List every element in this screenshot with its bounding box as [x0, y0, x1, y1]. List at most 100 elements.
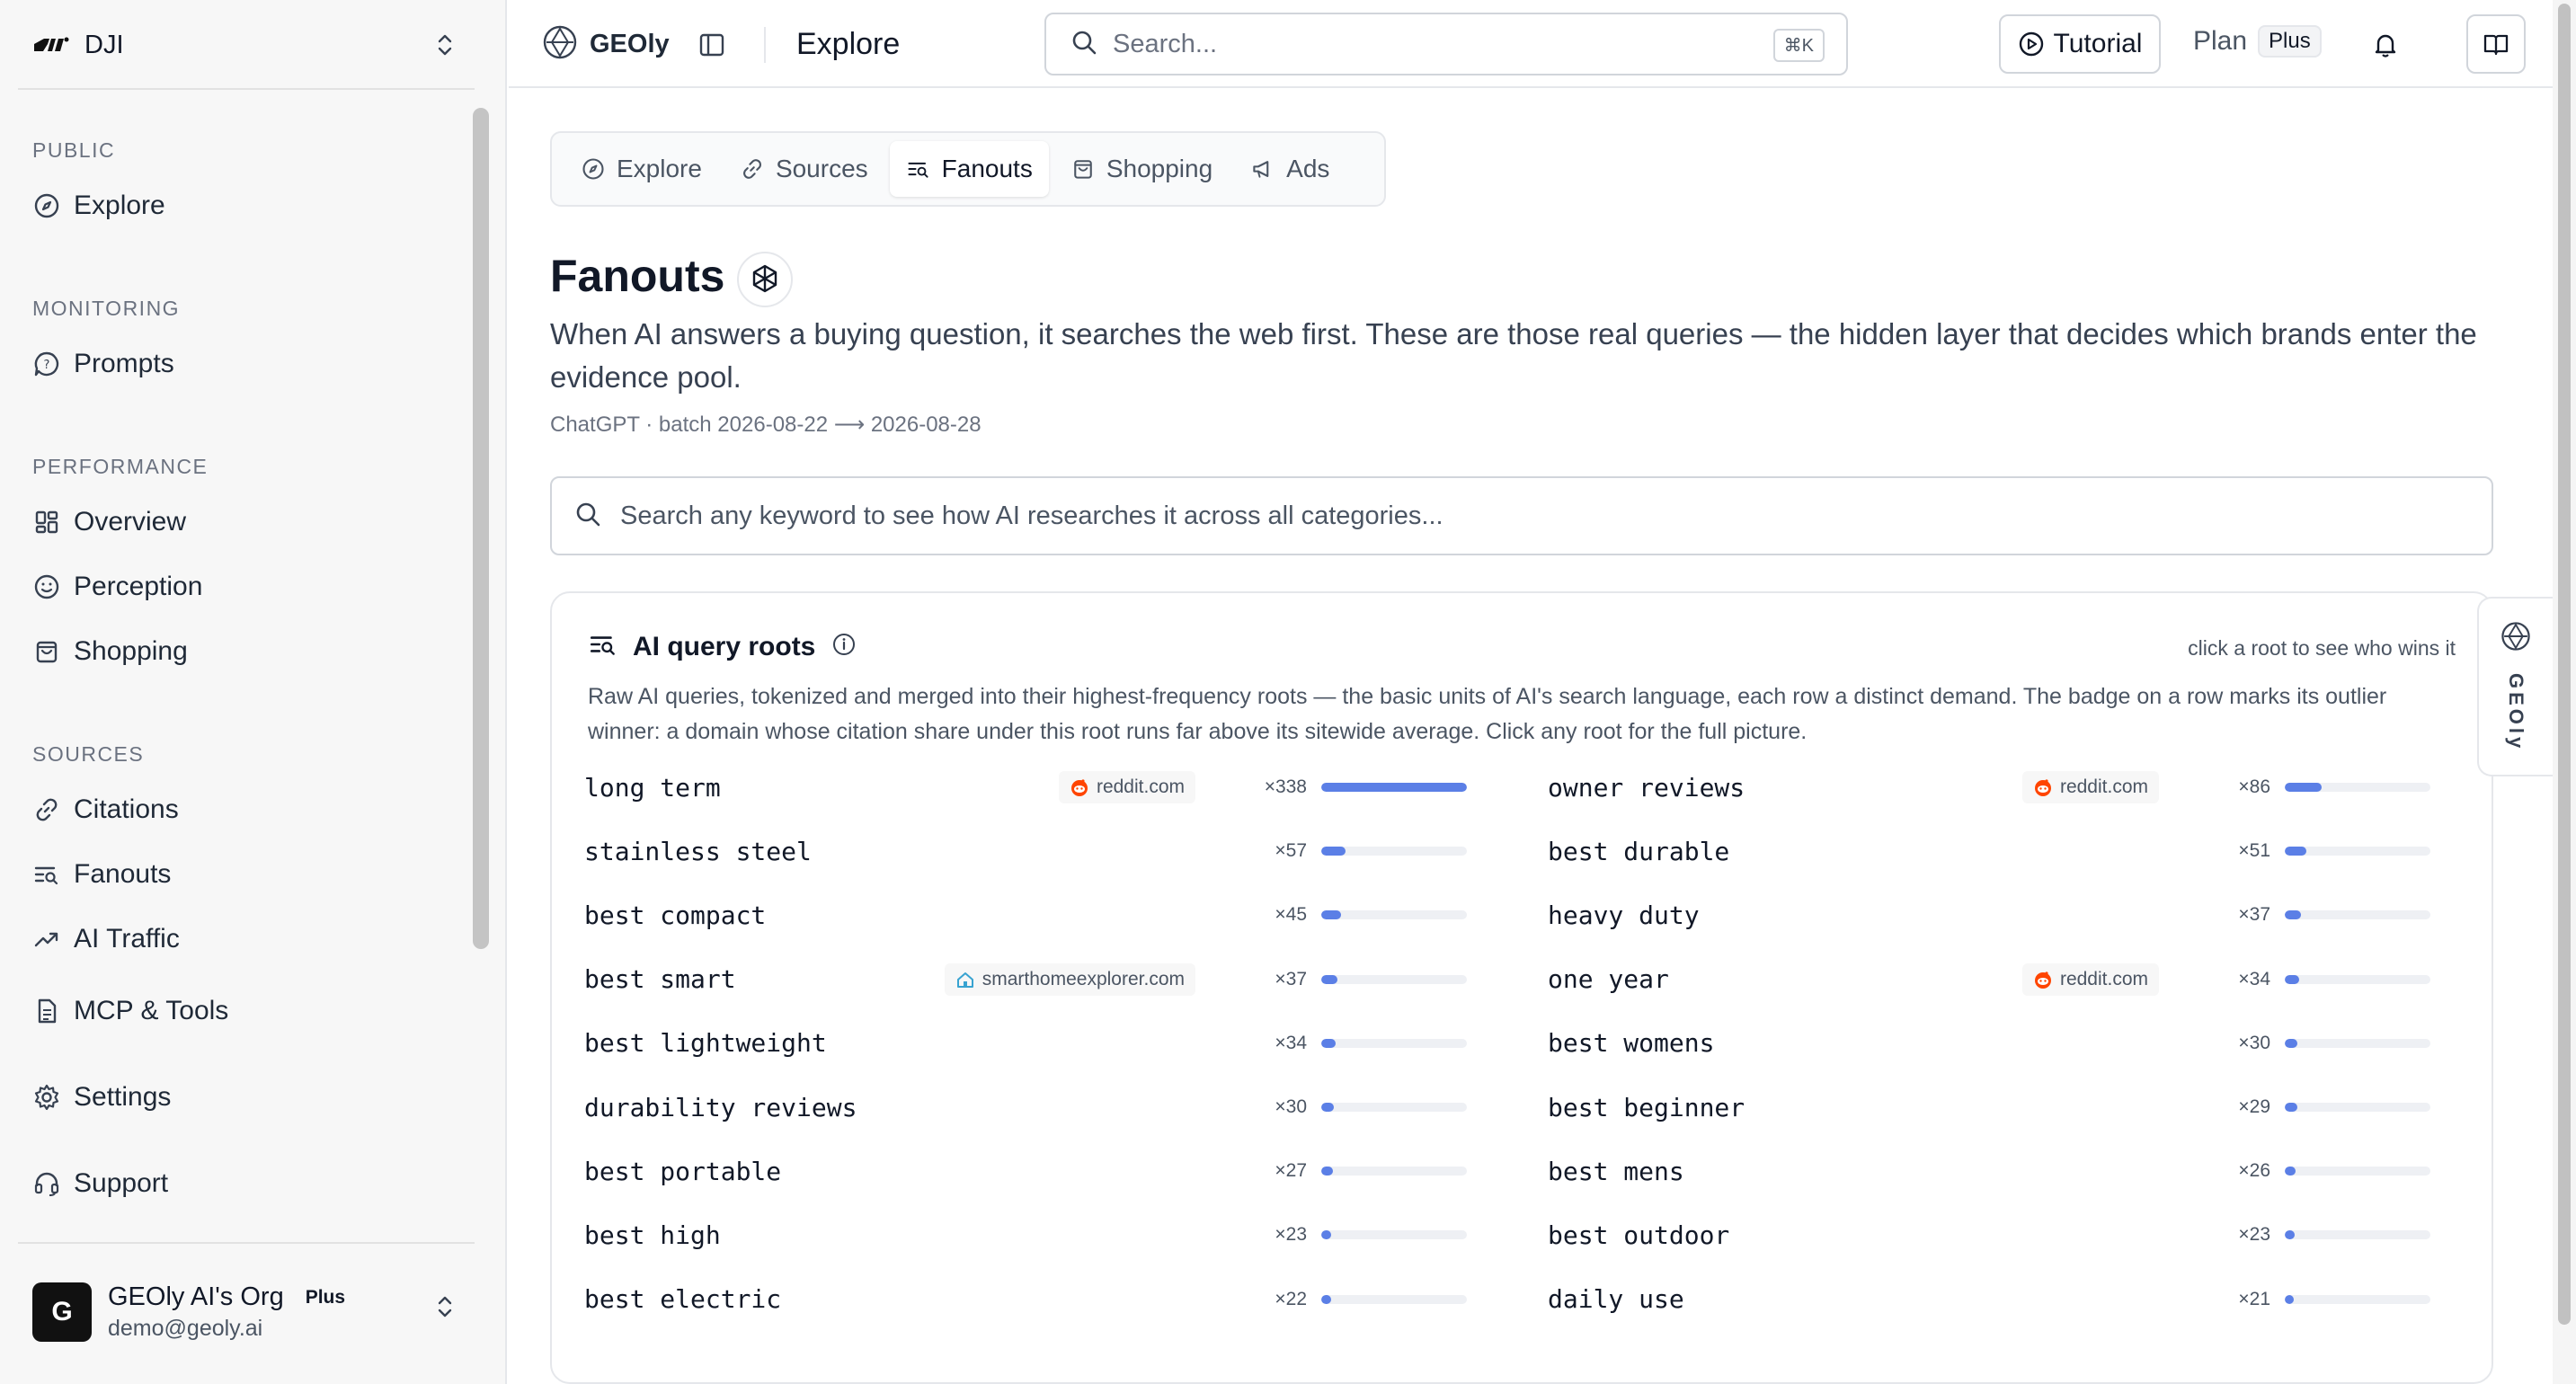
- frequency-bar: [2285, 1103, 2430, 1112]
- query-root-row[interactable]: best lightweight ×34: [570, 1015, 1505, 1072]
- query-root-row[interactable]: one year reddit.com ×34: [1533, 951, 2468, 1008]
- sidebar-item-label: Prompts: [74, 349, 174, 378]
- query-root-term: best electric: [584, 1284, 782, 1315]
- frequency-bar-fill: [1321, 1103, 1335, 1112]
- sidebar-toggle-button[interactable]: [694, 27, 730, 63]
- outlier-winner-badge[interactable]: reddit.com: [2021, 963, 2159, 996]
- global-search-input[interactable]: [1113, 29, 1742, 59]
- query-root-row[interactable]: durability reviews ×30: [570, 1078, 1505, 1136]
- frequency-bar: [2285, 1294, 2430, 1304]
- frequency-bar: [1321, 1230, 1467, 1240]
- sidebar-item-mcp-tools[interactable]: MCP & Tools: [18, 985, 467, 1037]
- section-label-monitoring: MONITORING: [32, 297, 181, 320]
- frequency-bar-fill: [2285, 1038, 2298, 1048]
- sidebar-item-label: Explore: [74, 191, 165, 220]
- sidebar-item-citations[interactable]: Citations: [18, 784, 467, 836]
- query-root-row[interactable]: best portable ×27: [570, 1142, 1505, 1200]
- keyword-search[interactable]: [550, 476, 2493, 555]
- keyword-search-input[interactable]: [620, 501, 2238, 531]
- avatar: G: [32, 1282, 92, 1342]
- tab-ads[interactable]: Ads: [1234, 141, 1346, 197]
- frequency-bar: [1321, 974, 1467, 984]
- docs-button[interactable]: [2466, 14, 2526, 74]
- page-scrollbar[interactable]: [2558, 4, 2571, 1325]
- query-root-row[interactable]: heavy duty ×37: [1533, 886, 2468, 944]
- global-search[interactable]: ⌘K: [1044, 13, 1848, 75]
- frequency-bar: [2285, 847, 2430, 856]
- outlier-winner-badge[interactable]: reddit.com: [1058, 771, 1195, 803]
- query-root-row[interactable]: best compact ×45: [570, 886, 1505, 944]
- geoly-assistant-tab[interactable]: GEOly: [2477, 597, 2553, 776]
- batch-info: ChatGPT · batch 2026-08-22 ⟶ 2026-08-28: [550, 413, 982, 437]
- query-root-row[interactable]: best beginner ×29: [1533, 1078, 2468, 1136]
- query-root-count: ×338: [1264, 776, 1307, 797]
- tab-explore[interactable]: Explore: [564, 141, 718, 197]
- brand[interactable]: GEOly: [541, 23, 670, 66]
- query-root-row[interactable]: best durable ×51: [1533, 822, 2468, 880]
- geoly-side-label: GEOly: [2505, 673, 2527, 752]
- frequency-bar: [2285, 1167, 2430, 1176]
- query-root-term: one year: [1548, 964, 1669, 995]
- outlier-winner-badge[interactable]: smarthomeexplorer.com: [944, 963, 1195, 996]
- notifications-button[interactable]: [2367, 27, 2403, 63]
- query-root-count: ×57: [1275, 840, 1307, 862]
- sidebar-item-label: Settings: [74, 1082, 172, 1112]
- sidebar-item-label: Citations: [74, 794, 179, 824]
- query-root-row[interactable]: owner reviews reddit.com ×86: [1533, 759, 2468, 816]
- outlier-winner-badge[interactable]: reddit.com: [2021, 771, 2159, 803]
- tab-sources[interactable]: Sources: [724, 141, 884, 197]
- frequency-bar: [1321, 783, 1467, 792]
- sidebar-item-shopping[interactable]: Shopping: [18, 625, 467, 678]
- sidebar-scrollbar[interactable]: [473, 108, 489, 949]
- tab-fanouts[interactable]: Fanouts: [889, 141, 1049, 197]
- search-shortcut-hint: ⌘K: [1772, 29, 1825, 62]
- query-root-row[interactable]: best outdoor ×23: [1533, 1206, 2468, 1264]
- query-root-row[interactable]: stainless steel ×57: [570, 822, 1505, 880]
- query-root-row[interactable]: long term reddit.com ×338: [570, 759, 1505, 816]
- query-root-row[interactable]: best womens ×30: [1533, 1015, 2468, 1072]
- card-title: AI query roots: [633, 631, 816, 661]
- query-root-row[interactable]: daily use ×21: [1533, 1271, 2468, 1328]
- sidebar-item-support[interactable]: Support: [18, 1158, 467, 1210]
- topbar-divider: [764, 27, 766, 63]
- query-root-count: ×37: [2238, 904, 2270, 926]
- trend-up-icon: [29, 921, 65, 957]
- badge-domain: smarthomeexplorer.com: [982, 968, 1185, 989]
- query-root-count: ×27: [1275, 1160, 1307, 1182]
- compass-icon: [582, 158, 604, 180]
- frequency-bar-fill: [1321, 783, 1467, 792]
- tutorial-button[interactable]: Tutorial: [1999, 14, 2161, 74]
- query-root-row[interactable]: best high ×23: [570, 1206, 1505, 1264]
- sidebar-item-prompts[interactable]: ? Prompts: [18, 338, 467, 390]
- search-icon: [573, 500, 602, 533]
- sidebar-item-explore[interactable]: Explore: [18, 180, 467, 232]
- sidebar-item-settings[interactable]: Settings: [18, 1071, 467, 1123]
- query-root-row[interactable]: best mens ×26: [1533, 1142, 2468, 1200]
- badge-domain: reddit.com: [1096, 776, 1185, 797]
- sidebar-divider: [18, 88, 475, 90]
- play-circle-icon: [2019, 31, 2043, 57]
- sidebar-item-perception[interactable]: Perception: [18, 561, 467, 613]
- query-root-count: ×30: [1275, 1096, 1307, 1117]
- query-root-row[interactable]: best electric ×22: [570, 1271, 1505, 1328]
- query-root-row[interactable]: best smart smarthomeexplorer.com ×37: [570, 951, 1505, 1008]
- query-root-term: best womens: [1548, 1028, 1715, 1059]
- sidebar-divider: [18, 1242, 475, 1244]
- link-icon: [29, 792, 65, 828]
- tab-label: Explore: [617, 155, 702, 182]
- tab-shopping[interactable]: Shopping: [1054, 141, 1229, 197]
- geoly-logo-icon: [2500, 620, 2532, 657]
- plan-indicator[interactable]: Plan Plus: [2193, 25, 2322, 58]
- geoly-logo-icon: [541, 23, 579, 66]
- info-icon[interactable]: [831, 632, 857, 661]
- workspace-switcher[interactable]: DJI: [18, 18, 476, 72]
- sidebar-item-ai-traffic[interactable]: AI Traffic: [18, 913, 467, 965]
- sidebar-item-label: AI Traffic: [74, 924, 180, 954]
- query-root-count: ×34: [2238, 968, 2270, 989]
- user-account-menu[interactable]: G GEOly AI's Org Plus demo@geoly.ai: [18, 1267, 476, 1357]
- sidebar-item-fanouts[interactable]: Fanouts: [18, 848, 467, 900]
- frequency-bar: [2285, 1230, 2430, 1240]
- sidebar-item-overview[interactable]: Overview: [18, 496, 467, 548]
- frequency-bar: [1321, 1167, 1467, 1176]
- query-root-term: best outdoor: [1548, 1220, 1730, 1250]
